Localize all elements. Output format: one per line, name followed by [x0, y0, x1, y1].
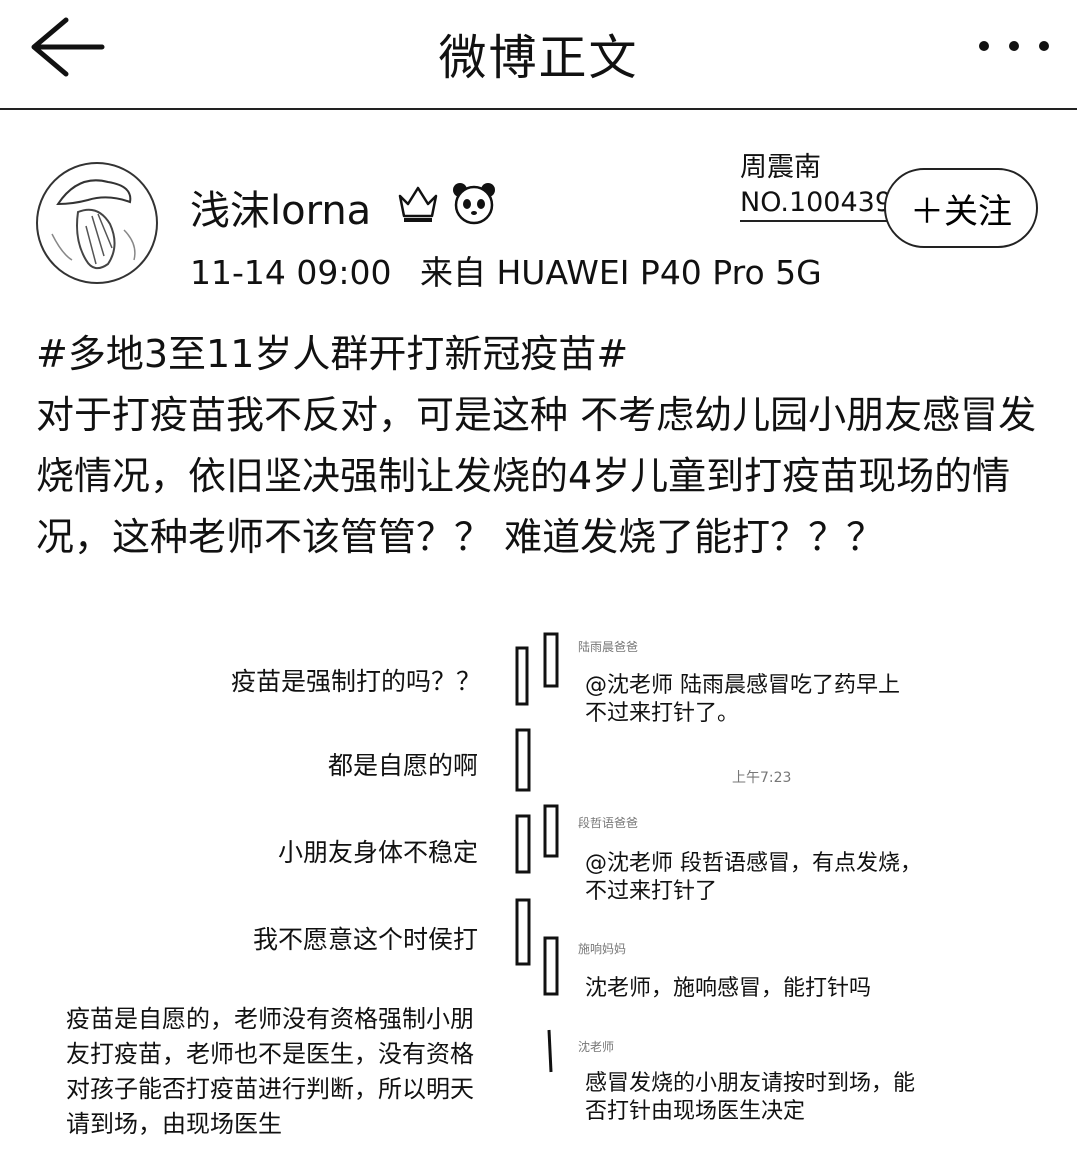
chat-timestamp: 上午7:23 [732, 770, 792, 786]
right-message-1-line2: 不过来打针了。 [585, 701, 740, 726]
page-title: 微博正文 [438, 30, 639, 86]
right-message-4-line1: 感冒发烧的小朋友请按时到场，能 [585, 1071, 916, 1096]
right-sender-2: 段哲语爸爸 [578, 816, 639, 830]
crown-badge-icon [396, 182, 440, 228]
right-sender-3: 施响妈妈 [578, 942, 627, 956]
avatar[interactable] [36, 162, 158, 284]
left-message-4: 我不愿意这个时侯打 [252, 925, 478, 954]
left-message-3: 小朋友身体不稳定 [277, 838, 478, 867]
chat-screenshot-image: 疫苗是强制打的吗？？ 都是自愿的啊 小朋友身体不稳定 我不愿意这个时侯打 疫苗是… [0, 630, 1077, 1160]
right-message-3-line1: 沈老师，施响感冒，能打针吗 [585, 976, 872, 1001]
right-message-2-line1: @沈老师 段哲语感冒，有点发烧， [585, 851, 922, 876]
header-divider [0, 108, 1077, 110]
post-body: #多地3至11岁人群开打新冠疫苗# 对于打疫苗我不反对，可是这种 不考虑幼儿园小… [36, 324, 1046, 568]
stamp-number: NO.100439 [740, 185, 893, 223]
stamp-name: 周震南 [740, 152, 821, 183]
right-message-4: 感冒发烧的小朋友请按时到场，能 否打针由现场医生决定 [585, 1070, 915, 1126]
right-message-1-line1: @沈老师 陆雨晨感冒吃了药早上 [585, 673, 900, 698]
bubble-edge-marks [515, 632, 559, 1073]
right-sender-1: 陆雨晨爸爸 [578, 640, 639, 654]
left-paragraph: 疫苗是自愿的，老师没有资格强制小朋友打疫苗，老师也不是医生，没有资格对孩子能否打… [66, 1005, 474, 1138]
right-message-2-line2: 不过来打针了 [585, 879, 718, 904]
left-message-1: 疫苗是强制打的吗？？ [230, 667, 481, 696]
follow-button[interactable]: ＋关注 [884, 168, 1038, 248]
more-dots-icon[interactable] [972, 24, 1056, 68]
top-bar: 微博正文 [0, 0, 1077, 110]
panda-badge-icon [450, 180, 498, 230]
post-hashtag[interactable]: #多地3至11岁人群开打新冠疫苗# [36, 324, 1046, 385]
watermark-stamp: 周震南 NO.100439 [740, 150, 893, 223]
right-message-3: 沈老师，施响感冒，能打针吗 [585, 975, 871, 1003]
right-message-1: @沈老师 陆雨晨感冒吃了药早上 不过来打针了。 [585, 672, 900, 728]
right-message-4-line2: 否打针由现场医生决定 [585, 1099, 806, 1124]
post-text: 对于打疫苗我不反对，可是这种 不考虑幼儿园小朋友感冒发烧情况，依旧坚决强制让发烧… [36, 393, 1037, 559]
author-name[interactable]: 浅沫lorna [190, 178, 371, 236]
right-message-2: @沈老师 段哲语感冒，有点发烧， 不过来打针了 [585, 850, 922, 906]
post-time: 11-14 09:00 [190, 253, 392, 292]
post-meta: 11-14 09:00 来自 HUAWEI P40 Pro 5G [190, 246, 840, 294]
left-message-2: 都是自愿的啊 [327, 751, 478, 780]
post-source: 来自 HUAWEI P40 Pro 5G [419, 253, 822, 292]
right-sender-4: 沈老师 [578, 1040, 615, 1054]
